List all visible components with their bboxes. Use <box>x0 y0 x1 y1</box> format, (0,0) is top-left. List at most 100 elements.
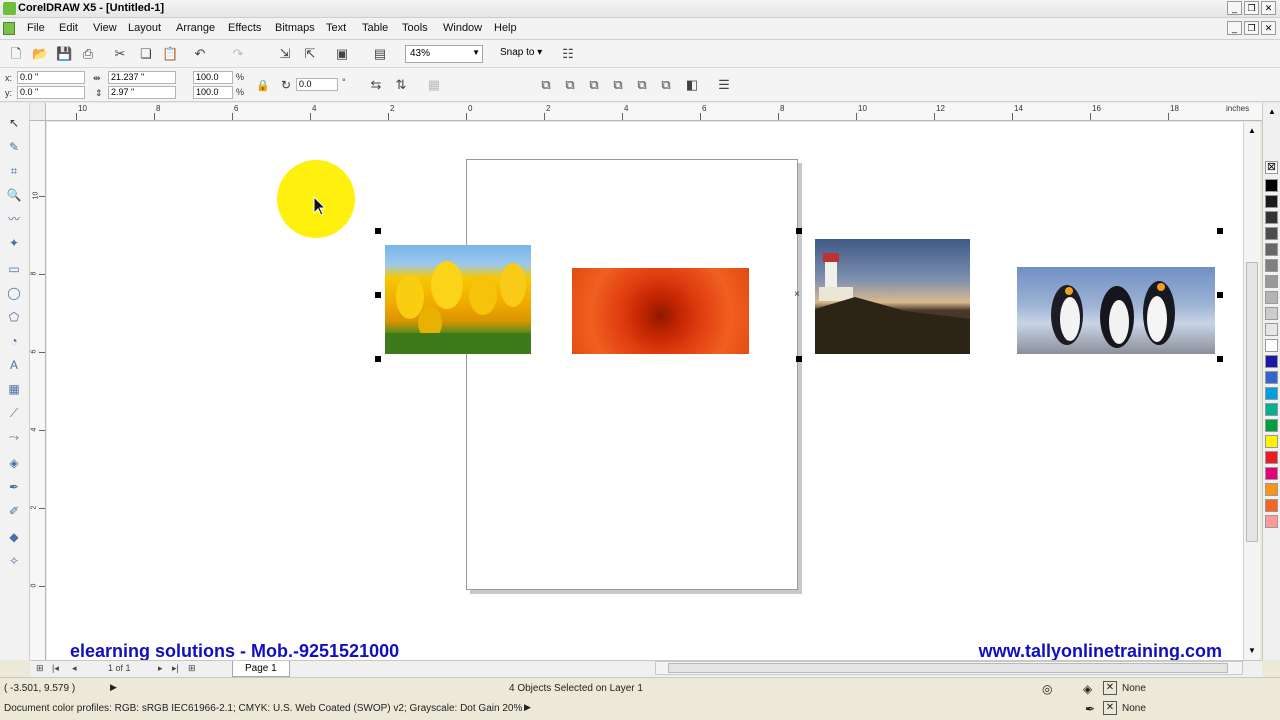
menu-help[interactable]: Help <box>494 22 517 34</box>
selection-handle-top-left[interactable] <box>375 228 381 234</box>
freehand-tool-icon[interactable]: 〰 <box>6 211 22 227</box>
no-color-swatch[interactable]: ⊠ <box>1265 161 1278 174</box>
eyedropper-tool-icon[interactable]: ✒ <box>6 479 22 495</box>
scroll-down-icon[interactable]: ▼ <box>1248 646 1256 655</box>
palette-swatch[interactable] <box>1265 339 1278 352</box>
trim-icon[interactable]: ⧉ <box>562 77 578 93</box>
horizontal-scrollbar[interactable] <box>655 661 1243 675</box>
palette-swatch[interactable] <box>1265 195 1278 208</box>
ellipse-tool-icon[interactable]: ◯ <box>6 285 22 301</box>
palette-swatch[interactable] <box>1265 179 1278 192</box>
text-tool-icon[interactable]: A <box>6 357 22 373</box>
palette-swatch[interactable] <box>1265 515 1278 528</box>
selection-handle-top-right[interactable] <box>1217 228 1223 234</box>
menu-tools[interactable]: Tools <box>402 22 428 34</box>
color-proof-icon[interactable]: ◎ <box>1042 682 1052 696</box>
menu-table[interactable]: Table <box>362 22 388 34</box>
palette-swatch[interactable] <box>1265 499 1278 512</box>
palette-swatch[interactable] <box>1265 403 1278 416</box>
menu-arrange[interactable]: Arrange <box>176 22 215 34</box>
import-icon[interactable]: ⇲ <box>277 46 293 62</box>
open-icon[interactable]: 📂 <box>32 46 48 62</box>
horizontal-ruler[interactable]: inches 10 8 6 4 2 0 2 4 6 8 10 12 14 16 18 <box>46 103 1262 121</box>
palette-swatch[interactable] <box>1265 211 1278 224</box>
save-icon[interactable]: 💾 <box>56 46 72 62</box>
lock-ratio-icon[interactable]: 🔒 <box>256 79 270 92</box>
simplify-icon[interactable]: ⧉ <box>610 77 626 93</box>
polygon-tool-icon[interactable]: ⬠ <box>6 309 22 325</box>
scroll-up-icon[interactable]: ▲ <box>1248 126 1256 135</box>
palette-swatch[interactable] <box>1265 291 1278 304</box>
export-icon[interactable]: ⇱ <box>302 46 318 62</box>
palette-swatch[interactable] <box>1265 355 1278 368</box>
selection-handle-bottom-right[interactable] <box>1217 356 1223 362</box>
align-distribute-icon[interactable]: ☰ <box>716 77 732 93</box>
cut-icon[interactable]: ✂ <box>112 46 128 62</box>
last-page-icon[interactable]: ▸| <box>172 663 179 674</box>
weld-icon[interactable]: ⧉ <box>538 77 554 93</box>
palette-swatch[interactable] <box>1265 323 1278 336</box>
menu-bitmaps[interactable]: Bitmaps <box>275 22 315 34</box>
menu-view[interactable]: View <box>93 22 117 34</box>
crop-tool-icon[interactable]: ⌗ <box>6 163 22 179</box>
snap-options-icon[interactable]: ☷ <box>560 46 576 62</box>
pick-tool-icon[interactable]: ↖ <box>6 115 22 131</box>
minimize-button[interactable]: _ <box>1227 1 1242 15</box>
document-icon[interactable] <box>3 22 15 35</box>
palette-swatch[interactable] <box>1265 419 1278 432</box>
palette-swatch[interactable] <box>1265 387 1278 400</box>
height-field[interactable]: 2.97 " <box>108 86 176 99</box>
dimension-tool-icon[interactable]: ⟋ <box>6 405 22 421</box>
menu-window[interactable]: Window <box>443 22 482 34</box>
welcome-screen-icon[interactable]: ▤ <box>372 46 388 62</box>
palette-swatch[interactable] <box>1265 467 1278 480</box>
restore-button[interactable]: ❐ <box>1244 1 1259 15</box>
redo-icon[interactable]: ↷ <box>230 46 246 62</box>
doc-restore-button[interactable]: ❐ <box>1244 21 1259 35</box>
connector-tool-icon[interactable]: ⤳ <box>6 429 22 445</box>
next-page-icon[interactable]: ▸ <box>158 663 163 674</box>
interactive-fill-tool-icon[interactable]: ✧ <box>6 553 22 569</box>
previous-page-icon[interactable]: ◂ <box>72 663 77 674</box>
outline-none-swatch[interactable]: ✕ <box>1103 701 1117 715</box>
back-minus-front-icon[interactable]: ⧉ <box>658 77 674 93</box>
print-icon[interactable]: ⎙ <box>80 46 96 62</box>
add-page-after-icon[interactable]: ⊞ <box>188 663 196 674</box>
width-field[interactable]: 21.237 " <box>108 71 176 84</box>
menu-effects[interactable]: Effects <box>228 22 261 34</box>
selection-handle-bottom-center[interactable] <box>796 356 802 362</box>
profiles-arrow-icon[interactable]: ▶ <box>524 702 531 713</box>
copy-icon[interactable]: ❏ <box>138 46 154 62</box>
doc-minimize-button[interactable]: _ <box>1227 21 1242 35</box>
palette-swatch[interactable] <box>1265 275 1278 288</box>
undo-icon[interactable]: ↶ <box>192 46 208 62</box>
palette-swatch[interactable] <box>1265 435 1278 448</box>
red-flower-photo[interactable] <box>572 268 749 354</box>
fill-tool-icon[interactable]: ◆ <box>6 529 22 545</box>
ruler-corner[interactable] <box>30 103 46 121</box>
blend-tool-icon[interactable]: ◈ <box>6 455 22 471</box>
snap-to-dropdown[interactable]: Snap to ▾ <box>500 47 542 58</box>
paste-icon[interactable]: 📋 <box>162 46 178 62</box>
palette-swatch[interactable] <box>1265 243 1278 256</box>
basic-shapes-tool-icon[interactable]: ◔ <box>6 333 22 349</box>
selection-handle-top-center[interactable] <box>796 228 802 234</box>
first-page-icon[interactable]: |◂ <box>52 663 59 674</box>
outline-tool-icon[interactable]: ✐ <box>6 503 22 519</box>
selection-handle-bottom-left[interactable] <box>375 356 381 362</box>
menu-text[interactable]: Text <box>326 22 346 34</box>
mirror-vertical-icon[interactable]: ⇅ <box>393 77 409 93</box>
palette-swatch[interactable] <box>1265 451 1278 464</box>
coreldraw-app-icon[interactable] <box>3 2 16 15</box>
x-position-field[interactable]: 0.0 " <box>17 71 85 84</box>
play-icon[interactable]: ▶ <box>110 682 117 693</box>
selection-handle-middle-right[interactable] <box>1217 292 1223 298</box>
palette-swatch[interactable] <box>1265 371 1278 384</box>
selection-center-marker[interactable]: × <box>794 289 800 300</box>
vertical-ruler[interactable]: 10 8 6 4 2 0 <box>30 121 46 660</box>
new-icon[interactable]: 🗋 <box>8 46 24 62</box>
menu-edit[interactable]: Edit <box>59 22 78 34</box>
shape-tool-icon[interactable]: ✎ <box>6 139 22 155</box>
palette-scroll-up-icon[interactable]: ▲ <box>1268 107 1276 116</box>
rectangle-tool-icon[interactable]: ▭ <box>6 261 22 277</box>
